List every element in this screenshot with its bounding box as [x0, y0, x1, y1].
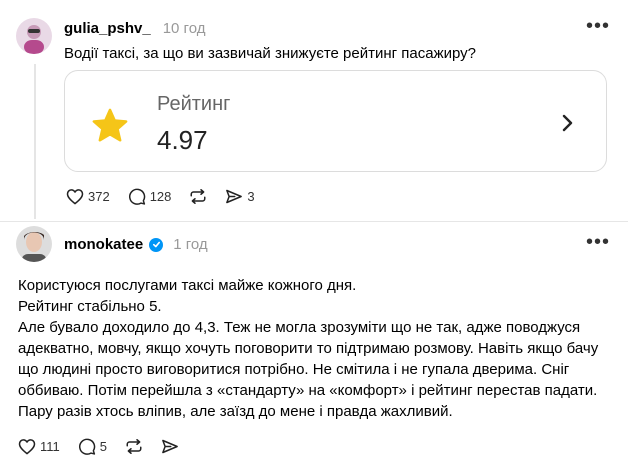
star-icon: [92, 108, 128, 142]
divider: [0, 221, 628, 222]
comment-count: 5: [99, 439, 107, 454]
paragraph-line: оббиваю. Потім перейшла з «стандарту» на…: [18, 382, 598, 399]
rating-label: Рейтинг: [157, 93, 231, 115]
paragraph-line: Рейтинг стабільно 5.: [18, 298, 162, 315]
avatar[interactable]: [16, 18, 52, 54]
paragraph-line: що людині просто виговоритися потрібно. …: [18, 361, 570, 378]
heart-icon: [18, 439, 36, 455]
avatar[interactable]: [16, 226, 52, 262]
username[interactable]: gulia_pshv_: [64, 20, 151, 37]
paragraph-line: Але бувало доходило до 4,3. Теж не могла…: [18, 319, 581, 336]
timestamp[interactable]: 10 год: [163, 20, 206, 37]
post-actions: 111 5: [18, 438, 179, 455]
username[interactable]: monokatee: [64, 236, 143, 253]
share-button[interactable]: [161, 438, 179, 455]
paragraph-line: Користуюся послугами таксі майже кожного…: [18, 277, 357, 294]
comment-icon: [78, 438, 96, 455]
repost-button[interactable]: [125, 438, 143, 455]
like-button[interactable]: 111: [18, 438, 60, 455]
post-header: monokatee 1 год: [64, 236, 208, 253]
paragraph-line: Пару разів хтось вліпив, але заїзд до ме…: [18, 403, 453, 420]
post-header: gulia_pshv_ 10 год: [64, 20, 205, 37]
send-icon: [162, 439, 178, 454]
share-button[interactable]: 3: [225, 188, 255, 205]
post-text: Користуюся послугами таксі майже кожного…: [18, 275, 618, 422]
repost-icon: [190, 189, 206, 204]
more-options-icon[interactable]: •••: [586, 16, 610, 36]
rating-value: 4.97: [157, 125, 208, 155]
heart-icon: [66, 189, 84, 205]
comment-count: 128: [149, 189, 172, 204]
verified-badge-icon: [149, 237, 164, 252]
comment-button[interactable]: 5: [78, 438, 107, 455]
chevron-right-icon: [562, 114, 573, 132]
paragraph-line: адекватно, мовчу, якщо хочуть поговорити…: [18, 340, 599, 357]
like-count: 372: [88, 189, 110, 204]
repost-button[interactable]: [189, 188, 207, 205]
send-icon: [226, 189, 243, 204]
share-count: 3: [247, 189, 255, 204]
rating-card[interactable]: Рейтинг 4.97: [64, 70, 607, 172]
post-actions: 372 128 3: [66, 188, 255, 205]
like-count: 111: [40, 439, 60, 454]
post-text: Водії таксі, за що ви зазвичай знижуєте …: [64, 45, 477, 62]
more-options-icon[interactable]: •••: [586, 232, 610, 252]
comment-button[interactable]: 128: [128, 188, 172, 205]
thread-line: [34, 64, 36, 219]
comment-icon: [128, 188, 145, 205]
like-button[interactable]: 372: [66, 188, 110, 205]
timestamp[interactable]: 1 год: [173, 236, 207, 253]
repost-icon: [126, 439, 142, 454]
